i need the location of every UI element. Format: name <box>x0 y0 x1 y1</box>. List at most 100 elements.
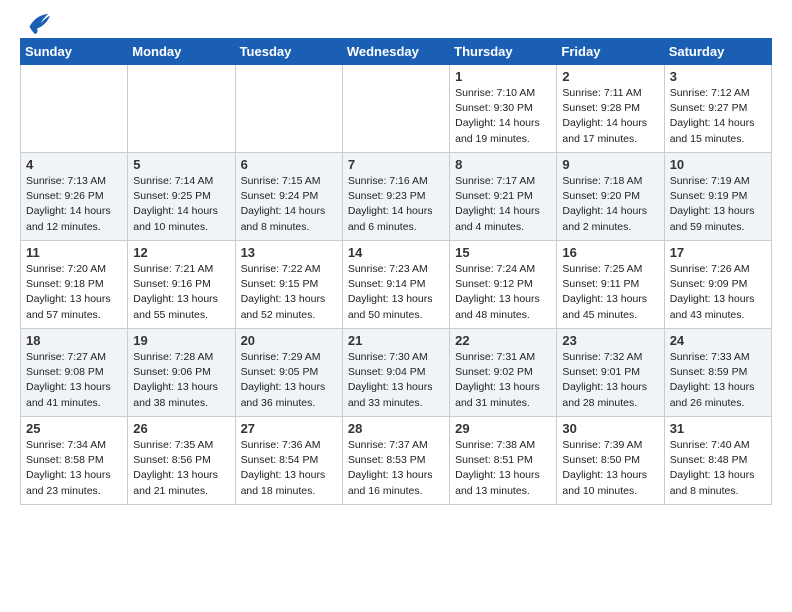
calendar-cell: 27 Sunrise: 7:36 AM Sunset: 8:54 PM Dayli… <box>235 417 342 505</box>
day-number: 19 <box>133 333 229 348</box>
calendar-week-row: 25Sunrise: 7:34 AM Sunset: 8:58 PM Dayli… <box>21 417 772 505</box>
day-number: 9 <box>562 157 658 172</box>
day-number: 31 <box>670 421 766 436</box>
calendar-cell: 18 Sunrise: 7:27 AM Sunset: 9:08 PM Dayli… <box>21 329 128 417</box>
day-number: 14 <box>348 245 444 260</box>
cell-content: Sunrise: 7:13 AM Sunset: 9:26 PM Dayligh… <box>26 174 122 235</box>
calendar-cell: 16Sunrise: 7:25 AM Sunset: 9:11 PM Dayli… <box>557 241 664 329</box>
cell-content: Sunrise: 7:17 AM Sunset: 9:21 PM Dayligh… <box>455 174 551 235</box>
day-header-thursday: Thursday <box>450 39 557 65</box>
cell-content: Sunrise: 7:18 AM Sunset: 9:20 PM Dayligh… <box>562 174 658 235</box>
day-number: 17 <box>670 245 766 260</box>
cell-content: Sunrise: 7:26 AM Sunset: 9:09 PM Dayligh… <box>670 262 766 323</box>
calendar-cell: 28 Sunrise: 7:37 AM Sunset: 8:53 PM Dayli… <box>342 417 449 505</box>
calendar-cell: 9 Sunrise: 7:18 AM Sunset: 9:20 PM Daylig… <box>557 153 664 241</box>
day-header-wednesday: Wednesday <box>342 39 449 65</box>
cell-content: Sunrise: 7:34 AM Sunset: 8:58 PM Dayligh… <box>26 438 122 499</box>
day-number: 3 <box>670 69 766 84</box>
calendar-week-row: 11 Sunrise: 7:20 AM Sunset: 9:18 PM Dayli… <box>21 241 772 329</box>
day-number: 6 <box>241 157 337 172</box>
calendar-cell: 6 Sunrise: 7:15 AM Sunset: 9:24 PM Daylig… <box>235 153 342 241</box>
cell-content: Sunrise: 7:31 AM Sunset: 9:02 PM Dayligh… <box>455 350 551 411</box>
calendar-cell: 7 Sunrise: 7:16 AM Sunset: 9:23 PM Daylig… <box>342 153 449 241</box>
cell-content: Sunrise: 7:19 AM Sunset: 9:19 PM Dayligh… <box>670 174 766 235</box>
calendar-cell: 24 Sunrise: 7:33 AM Sunset: 8:59 PM Dayli… <box>664 329 771 417</box>
page: SundayMondayTuesdayWednesdayThursdayFrid… <box>0 0 792 521</box>
day-number: 4 <box>26 157 122 172</box>
day-number: 2 <box>562 69 658 84</box>
calendar-cell <box>342 65 449 153</box>
day-number: 7 <box>348 157 444 172</box>
cell-content: Sunrise: 7:24 AM Sunset: 9:12 PM Dayligh… <box>455 262 551 323</box>
logo <box>20 20 50 32</box>
calendar-header-row: SundayMondayTuesdayWednesdayThursdayFrid… <box>21 39 772 65</box>
day-number: 1 <box>455 69 551 84</box>
day-header-saturday: Saturday <box>664 39 771 65</box>
calendar-week-row: 4 Sunrise: 7:13 AM Sunset: 9:26 PM Daylig… <box>21 153 772 241</box>
calendar-cell: 31 Sunrise: 7:40 AM Sunset: 8:48 PM Dayli… <box>664 417 771 505</box>
cell-content: Sunrise: 7:27 AM Sunset: 9:08 PM Dayligh… <box>26 350 122 411</box>
day-header-friday: Friday <box>557 39 664 65</box>
cell-content: Sunrise: 7:20 AM Sunset: 9:18 PM Dayligh… <box>26 262 122 323</box>
cell-content: Sunrise: 7:21 AM Sunset: 9:16 PM Dayligh… <box>133 262 229 323</box>
cell-content: Sunrise: 7:11 AM Sunset: 9:28 PM Dayligh… <box>562 86 658 147</box>
header <box>20 16 772 32</box>
cell-content: Sunrise: 7:28 AM Sunset: 9:06 PM Dayligh… <box>133 350 229 411</box>
cell-content: Sunrise: 7:38 AM Sunset: 8:51 PM Dayligh… <box>455 438 551 499</box>
day-number: 22 <box>455 333 551 348</box>
calendar-cell: 1Sunrise: 7:10 AM Sunset: 9:30 PM Daylig… <box>450 65 557 153</box>
day-number: 18 <box>26 333 122 348</box>
calendar-cell: 17 Sunrise: 7:26 AM Sunset: 9:09 PM Dayli… <box>664 241 771 329</box>
cell-content: Sunrise: 7:37 AM Sunset: 8:53 PM Dayligh… <box>348 438 444 499</box>
cell-content: Sunrise: 7:22 AM Sunset: 9:15 PM Dayligh… <box>241 262 337 323</box>
day-number: 21 <box>348 333 444 348</box>
calendar-week-row: 1Sunrise: 7:10 AM Sunset: 9:30 PM Daylig… <box>21 65 772 153</box>
calendar-cell: 11 Sunrise: 7:20 AM Sunset: 9:18 PM Dayli… <box>21 241 128 329</box>
calendar-cell: 19 Sunrise: 7:28 AM Sunset: 9:06 PM Dayli… <box>128 329 235 417</box>
day-number: 24 <box>670 333 766 348</box>
cell-content: Sunrise: 7:16 AM Sunset: 9:23 PM Dayligh… <box>348 174 444 235</box>
calendar-cell <box>128 65 235 153</box>
calendar-cell: 26 Sunrise: 7:35 AM Sunset: 8:56 PM Dayli… <box>128 417 235 505</box>
cell-content: Sunrise: 7:15 AM Sunset: 9:24 PM Dayligh… <box>241 174 337 235</box>
calendar-cell: 20Sunrise: 7:29 AM Sunset: 9:05 PM Dayli… <box>235 329 342 417</box>
calendar-cell: 2 Sunrise: 7:11 AM Sunset: 9:28 PM Daylig… <box>557 65 664 153</box>
day-number: 5 <box>133 157 229 172</box>
cell-content: Sunrise: 7:33 AM Sunset: 8:59 PM Dayligh… <box>670 350 766 411</box>
cell-content: Sunrise: 7:23 AM Sunset: 9:14 PM Dayligh… <box>348 262 444 323</box>
day-number: 11 <box>26 245 122 260</box>
calendar-cell: 5Sunrise: 7:14 AM Sunset: 9:25 PM Daylig… <box>128 153 235 241</box>
calendar-cell: 23Sunrise: 7:32 AM Sunset: 9:01 PM Dayli… <box>557 329 664 417</box>
day-header-tuesday: Tuesday <box>235 39 342 65</box>
cell-content: Sunrise: 7:29 AM Sunset: 9:05 PM Dayligh… <box>241 350 337 411</box>
logo-bird-icon <box>22 10 50 38</box>
day-number: 26 <box>133 421 229 436</box>
calendar-cell: 12 Sunrise: 7:21 AM Sunset: 9:16 PM Dayli… <box>128 241 235 329</box>
day-number: 16 <box>562 245 658 260</box>
day-header-sunday: Sunday <box>21 39 128 65</box>
day-number: 27 <box>241 421 337 436</box>
day-header-monday: Monday <box>128 39 235 65</box>
cell-content: Sunrise: 7:40 AM Sunset: 8:48 PM Dayligh… <box>670 438 766 499</box>
cell-content: Sunrise: 7:39 AM Sunset: 8:50 PM Dayligh… <box>562 438 658 499</box>
day-number: 12 <box>133 245 229 260</box>
day-number: 30 <box>562 421 658 436</box>
calendar-cell: 15 Sunrise: 7:24 AM Sunset: 9:12 PM Dayli… <box>450 241 557 329</box>
calendar-table: SundayMondayTuesdayWednesdayThursdayFrid… <box>20 38 772 505</box>
calendar-week-row: 18 Sunrise: 7:27 AM Sunset: 9:08 PM Dayli… <box>21 329 772 417</box>
calendar-cell: 8 Sunrise: 7:17 AM Sunset: 9:21 PM Daylig… <box>450 153 557 241</box>
day-number: 29 <box>455 421 551 436</box>
day-number: 28 <box>348 421 444 436</box>
cell-content: Sunrise: 7:35 AM Sunset: 8:56 PM Dayligh… <box>133 438 229 499</box>
cell-content: Sunrise: 7:30 AM Sunset: 9:04 PM Dayligh… <box>348 350 444 411</box>
calendar-cell <box>21 65 128 153</box>
cell-content: Sunrise: 7:36 AM Sunset: 8:54 PM Dayligh… <box>241 438 337 499</box>
calendar-cell: 14 Sunrise: 7:23 AM Sunset: 9:14 PM Dayli… <box>342 241 449 329</box>
day-number: 15 <box>455 245 551 260</box>
day-number: 8 <box>455 157 551 172</box>
day-number: 10 <box>670 157 766 172</box>
calendar-cell: 21 Sunrise: 7:30 AM Sunset: 9:04 PM Dayli… <box>342 329 449 417</box>
cell-content: Sunrise: 7:12 AM Sunset: 9:27 PM Dayligh… <box>670 86 766 147</box>
calendar-cell: 22 Sunrise: 7:31 AM Sunset: 9:02 PM Dayli… <box>450 329 557 417</box>
calendar-cell: 30 Sunrise: 7:39 AM Sunset: 8:50 PM Dayli… <box>557 417 664 505</box>
